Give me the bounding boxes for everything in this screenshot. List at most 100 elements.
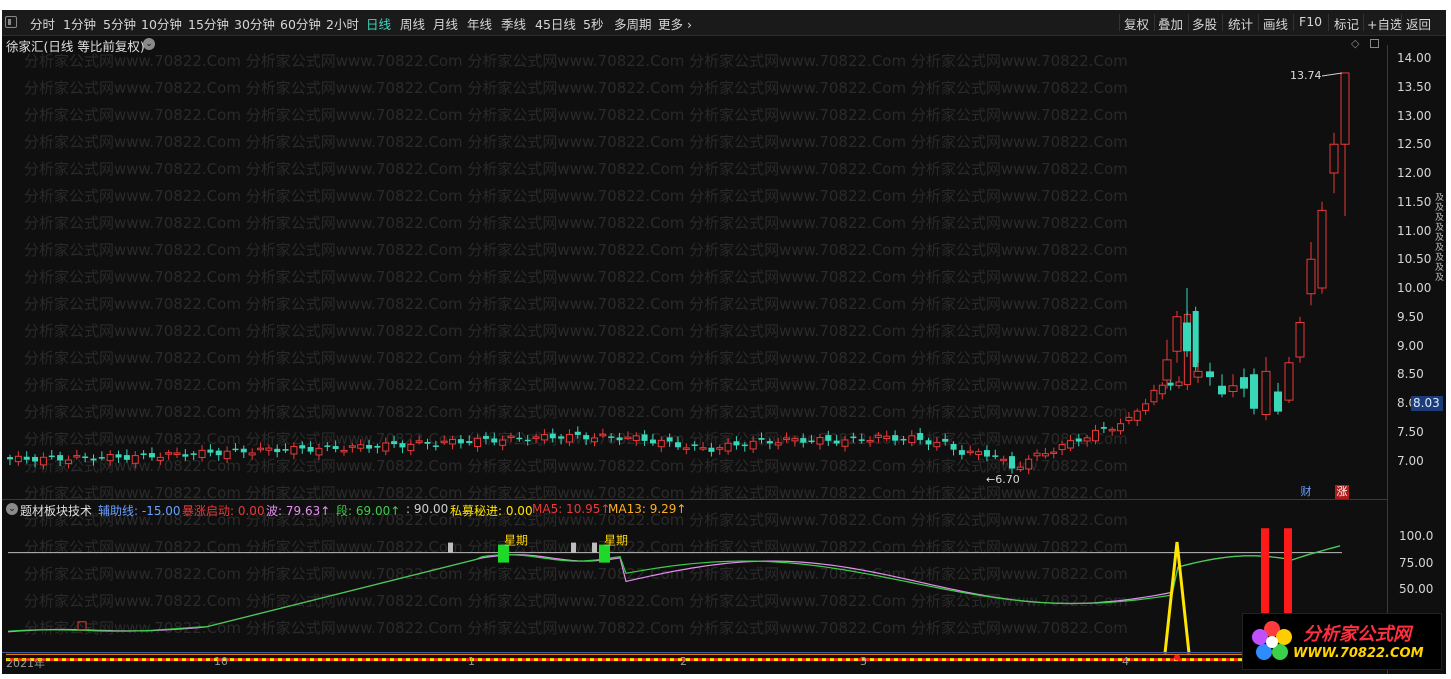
candle-body-down [733,441,740,446]
candle-body-down [850,436,857,439]
back-button[interactable]: 返回 [1406,14,1431,33]
candle-body-down [23,456,30,460]
candle-body-up [933,441,941,448]
price-tick: 9.00 [1397,338,1424,353]
restore-rights-button[interactable]: 复权 [1124,14,1149,33]
candle-body-down [583,435,590,440]
tab-period-0[interactable]: 分时 [30,14,55,33]
tab-period-13[interactable]: 45日线 [535,14,576,33]
candle-body-down [48,455,55,458]
tab-period-4[interactable]: 15分钟 [188,14,229,33]
overlay-button[interactable]: 叠加 [1158,14,1183,33]
candle-body-down [491,438,498,443]
candle-body-up [1295,322,1305,358]
candle-body-down [190,453,197,455]
candle-body-up [1175,381,1183,387]
marker-gray [448,542,453,553]
candle-body-up [340,449,348,453]
mark-button[interactable]: 标记 [1334,14,1359,33]
candle-body-up [165,452,173,455]
candle-body-down [900,438,907,441]
candle-body-up [866,439,874,443]
tab-period-9[interactable]: 周线 [400,14,425,33]
candle-body-down [148,453,155,458]
candle-body-up [315,447,323,456]
multi-stock-button[interactable]: 多股 [1192,14,1217,33]
tab-period-10[interactable]: 月线 [433,14,458,33]
tab-period-7[interactable]: 2小时 [326,14,359,33]
candle-body-up [440,440,448,444]
add-watchlist-button[interactable]: +自选 [1367,14,1402,33]
candle-body-up [1162,359,1172,381]
candle-body-up [357,444,365,449]
tab-period-2[interactable]: 5分钟 [103,14,136,33]
candle-body-down [917,433,924,440]
candle-body-up [783,437,791,440]
tab-period-12[interactable]: 季线 [501,14,526,33]
indicator-tick: 50.00 [1399,582,1434,596]
side-tabs[interactable]: 及及及及及及及及及 [1435,193,1445,423]
candle-body-down [858,439,865,441]
candle-body-up [1329,143,1339,174]
chevron-down-icon[interactable]: ⌄ [6,503,18,515]
candle-body-up [599,433,607,437]
candle-body-down [666,437,673,442]
statistics-button[interactable]: 统计 [1228,14,1253,33]
candle-body-down [1274,391,1282,412]
tab-period-15[interactable]: 多周期 [614,14,652,33]
tab-period-3[interactable]: 10分钟 [141,14,182,33]
draw-line-button[interactable]: 画线 [1263,14,1288,33]
candle-body-down [182,454,189,457]
candle-body-up [1228,385,1238,392]
tab-period-14[interactable]: 5秒 [583,14,603,33]
finance-badge[interactable]: 财 [1299,485,1313,499]
candle-body-down [983,450,990,457]
candle-body-up [1066,440,1074,449]
tab-period-8[interactable]: 日线 [366,14,391,33]
candle-body-up [1033,452,1041,457]
price-tick: 12.50 [1397,137,1432,152]
time-tick: 1 [468,655,475,668]
toolbar-divider [1293,14,1294,31]
toolbar-divider [1119,14,1120,31]
candle-body-up [624,436,632,440]
candle-body-down [992,455,999,457]
candle-body-up [1016,466,1024,470]
f10-button[interactable]: F10 [1299,14,1322,29]
candle-body-down [524,439,531,442]
toolbar-divider [1363,14,1364,31]
tab-period-6[interactable]: 60分钟 [280,14,321,33]
candle-body-down [549,433,556,439]
candle-body-down [925,440,932,445]
tab-period-more[interactable]: 更多 › [658,14,692,33]
candle-body-down [892,435,899,441]
candle-body-up [407,443,415,452]
candle-body-down [374,445,381,448]
candle-body-down [399,443,406,448]
candle-body-up [1125,416,1133,421]
candle-body-down [608,436,615,438]
time-tick: 2 [680,655,687,668]
price-tick: 7.00 [1397,453,1424,468]
app-window: 分时 1分钟 5分钟 10分钟 15分钟 30分钟 60分钟 2小时 日线 周线… [2,10,1446,674]
tab-period-11[interactable]: 年线 [467,14,492,33]
candle-body-down [1075,438,1082,442]
tab-period-1[interactable]: 1分钟 [63,14,96,33]
panel-toggle-icon[interactable] [5,16,17,28]
price-tick: 8.50 [1397,367,1424,382]
candle-body-up [774,442,782,446]
candle-body-up [966,450,974,454]
tab-period-5[interactable]: 30分钟 [234,14,275,33]
candle-body-down [558,436,565,439]
candle-body-up [1340,72,1350,145]
candle-body-down [57,455,64,461]
toolbar-divider [1154,14,1155,31]
rise-badge[interactable]: 涨 [1335,485,1349,499]
candle-body-down [1167,382,1174,386]
candle-body-down [741,444,748,447]
toolbar-divider [1328,14,1329,31]
time-tick: 2021年 [6,657,45,670]
candle-body-down [825,435,832,441]
candle-body-down [32,456,39,462]
candle-body-down [7,457,13,460]
